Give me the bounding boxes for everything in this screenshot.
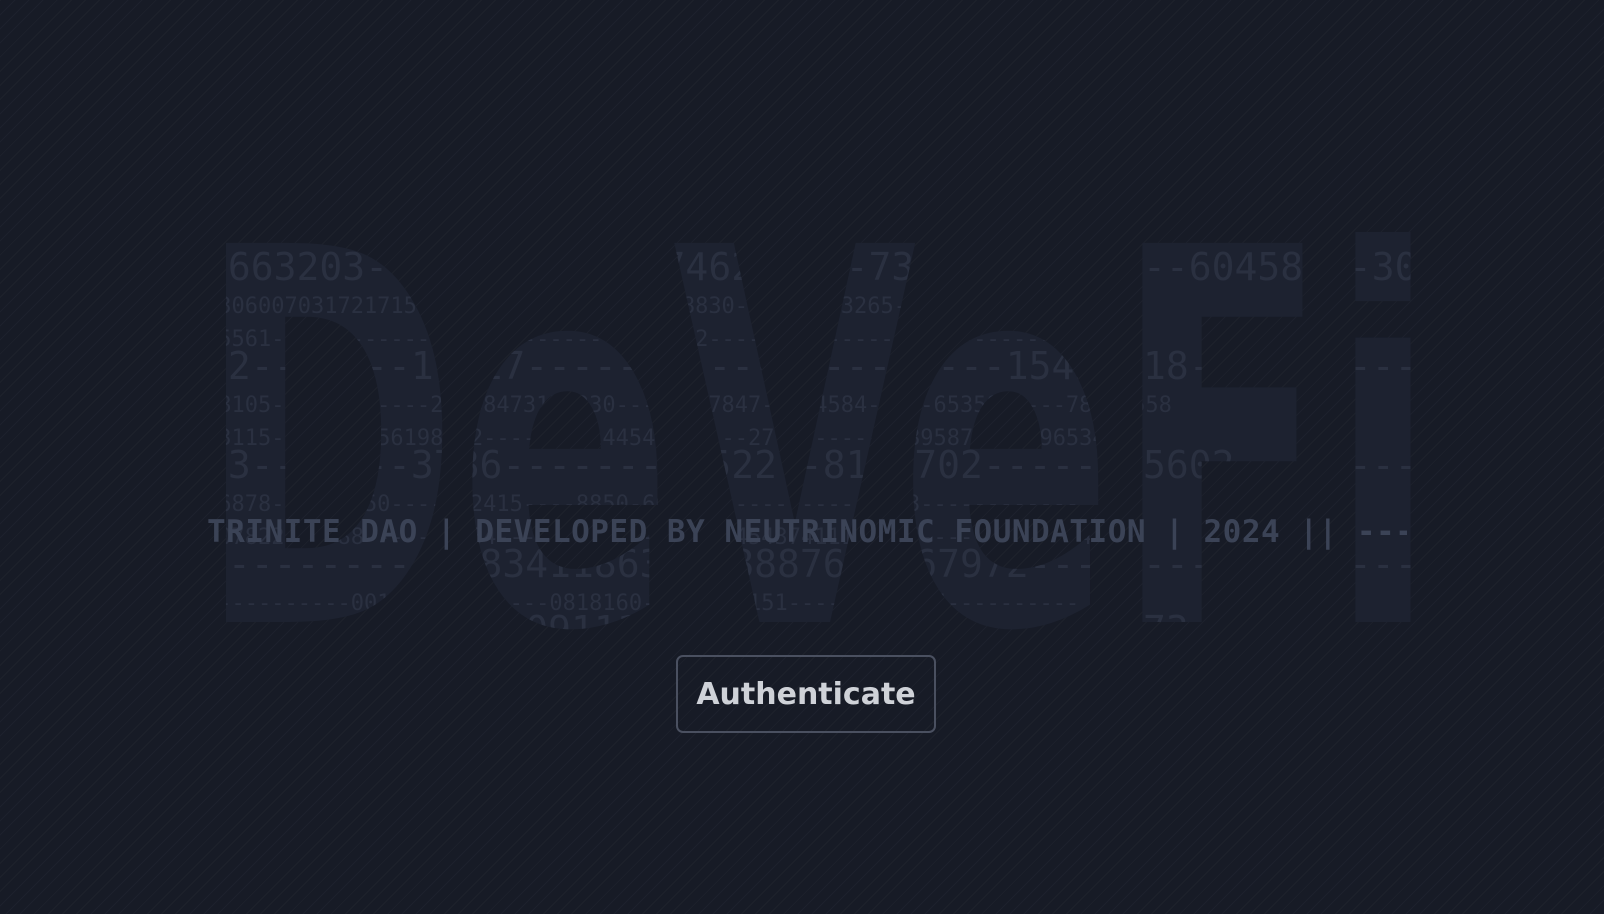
authenticate-button-label: Authenticate bbox=[696, 676, 916, 712]
auth-screen: DeVeFi DeVeFi 5663203---11065-----74629-… bbox=[0, 0, 1604, 914]
logo-digit-row: 28105------------24138473154330------878… bbox=[205, 393, 1172, 418]
logo-digit-row: 63-------3786-------43522--8186702------… bbox=[205, 443, 1435, 487]
authenticate-button[interactable]: Authenticate bbox=[676, 655, 936, 733]
logo-digit-row: 5663203---11065-----74629----7353-------… bbox=[205, 245, 1435, 289]
logo-digit-row: 0----------24509111404-----------------3… bbox=[205, 608, 1435, 652]
marquee-text: TRINITE DAO | DEVELOPED BY NEUTRINOMIC F… bbox=[207, 514, 1407, 550]
logo-digit-row: -3060070317217150------02-------58768830… bbox=[205, 294, 1066, 319]
footer-marquee: TRINITE DAO | DEVELOPED BY NEUTRINOMIC F… bbox=[207, 512, 1407, 552]
devefi-logo-watermark: DeVeFi DeVeFi 5663203---11065-----74629-… bbox=[205, 232, 1435, 652]
logo-digit-row: 22-------11517---------------------15458… bbox=[205, 344, 1435, 388]
logo-graphic: DeVeFi DeVeFi 5663203---11065-----74629-… bbox=[205, 232, 1435, 652]
